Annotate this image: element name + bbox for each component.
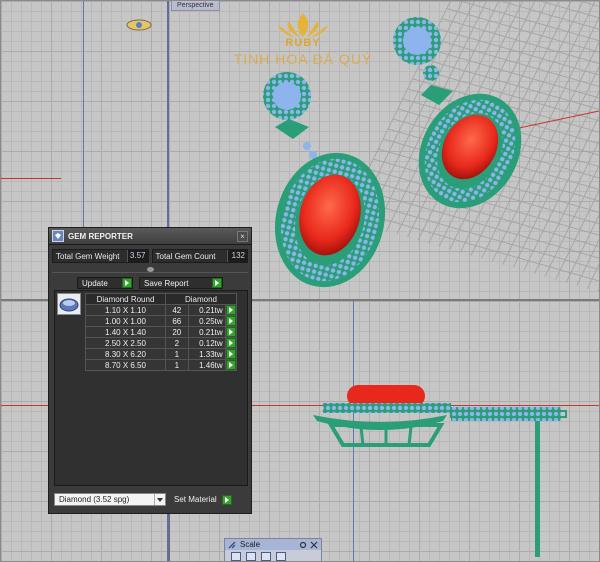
stone-weight: 1.33tw: [187, 348, 226, 360]
stone-size: 1.00 X 1.00: [85, 315, 166, 327]
row-select[interactable]: [224, 326, 238, 338]
scale-uniform-tool-icon[interactable]: [231, 552, 241, 561]
viewport-gizmo-icon: [126, 19, 152, 31]
stone-size: 8.70 X 6.50: [85, 359, 166, 371]
gem-table-area: Diamond Round Diamond 1.10 X 1.10 42 0.2…: [54, 290, 248, 486]
table-row[interactable]: 2.50 X 2.50 2 0.12tw: [85, 337, 238, 349]
scale-title: Scale: [240, 540, 261, 549]
play-icon: [122, 278, 132, 288]
splitter-handle-icon: [146, 266, 154, 272]
stone-size: 1.10 X 1.10: [85, 304, 166, 316]
diamond-stone-icon[interactable]: [57, 293, 81, 315]
stone-size: 1.40 X 1.40: [85, 326, 166, 338]
total-gem-count-label: Total Gem Count: [155, 251, 216, 261]
stone-weight: 1.46tw: [187, 359, 226, 371]
table-row[interactable]: 8.70 X 6.50 1 1.46tw: [85, 359, 238, 371]
ruby-logo: RUBY TINH HOA ĐÁ QUÝ: [223, 11, 383, 67]
update-button[interactable]: Update: [77, 277, 133, 289]
x-axis-line: [1, 178, 61, 179]
scale-x-tool-icon[interactable]: [246, 552, 256, 561]
scale-y-tool-icon[interactable]: [261, 552, 271, 561]
total-gem-count-value: 132: [227, 250, 247, 262]
row-select[interactable]: [224, 359, 238, 371]
column-header-stone: Diamond Round: [85, 293, 166, 305]
gear-icon[interactable]: [299, 541, 307, 549]
play-icon: [221, 494, 232, 505]
jewelry-cad-window: Perspective RUBY TINH HOA ĐÁ QUÝ GEM REP…: [0, 0, 600, 562]
gem-summary: Total Gem Weight 3.57 Total Gem Count 13…: [52, 249, 248, 263]
save-report-button-label: Save Report: [144, 278, 189, 288]
table-row[interactable]: 1.00 X 1.00 66 0.25tw: [85, 315, 238, 327]
material-dropdown-value: Diamond (3.52 spg): [59, 495, 130, 504]
stone-count: 1: [165, 348, 189, 360]
scale-z-tool-icon[interactable]: [276, 552, 286, 561]
stone-weight: 0.12tw: [187, 337, 226, 349]
dropdown-arrow-icon: [154, 494, 165, 505]
stone-size: 8.30 X 6.20: [85, 348, 166, 360]
table-row[interactable]: 8.30 X 6.20 1 1.33tw: [85, 348, 238, 360]
scale-titlebar[interactable]: Scale: [225, 539, 321, 550]
stone-count: 2: [165, 337, 189, 349]
stone-weight: 0.21tw: [187, 326, 226, 338]
crown-icon: [278, 13, 328, 38]
gem-reporter-titlebar[interactable]: GEM REPORTER ×: [49, 228, 251, 245]
row-select[interactable]: [224, 348, 238, 360]
logo-name: RUBY: [285, 37, 321, 49]
update-button-label: Update: [82, 278, 108, 288]
column-header-material: Diamond: [165, 293, 237, 305]
gem-actions: Update Save Report: [77, 277, 247, 289]
play-icon: [225, 338, 236, 348]
row-select[interactable]: [224, 304, 238, 316]
gem-reporter-title: GEM REPORTER: [68, 231, 133, 241]
play-icon: [225, 327, 236, 337]
gem-table: Diamond Round Diamond 1.10 X 1.10 42 0.2…: [85, 293, 238, 371]
gem-reporter-footer: Diamond (3.52 spg) Set Material: [54, 493, 246, 506]
panel-splitter[interactable]: [52, 266, 248, 273]
total-gem-weight-label: Total Gem Weight: [56, 251, 120, 261]
play-icon: [225, 360, 236, 370]
row-select[interactable]: [224, 337, 238, 349]
play-icon: [225, 305, 236, 315]
play-icon: [212, 278, 222, 288]
gem-reporter-icon: [52, 230, 64, 242]
table-row[interactable]: 1.10 X 1.10 42 0.21tw: [85, 304, 238, 316]
row-select[interactable]: [224, 315, 238, 327]
material-dropdown[interactable]: Diamond (3.52 spg): [54, 493, 166, 506]
scale-panel: Scale: [224, 538, 322, 561]
stone-weight: 0.21tw: [187, 304, 226, 316]
total-gem-weight: Total Gem Weight 3.57: [52, 249, 149, 263]
table-row[interactable]: 1.40 X 1.40 20 0.21tw: [85, 326, 238, 338]
play-icon: [225, 316, 236, 326]
scale-toolbar: [225, 550, 321, 561]
save-report-button[interactable]: Save Report: [139, 277, 223, 289]
play-icon: [225, 349, 236, 359]
stone-count: 20: [165, 326, 189, 338]
stone-count: 66: [165, 315, 189, 327]
scale-icon: [228, 541, 236, 548]
stone-count: 1: [165, 359, 189, 371]
gem-reporter-panel: GEM REPORTER × Total Gem Weight 3.57 Tot…: [48, 227, 252, 514]
total-gem-weight-value: 3.57: [126, 250, 148, 262]
set-material-button[interactable]: Set Material: [174, 494, 232, 505]
logo-tagline: TINH HOA ĐÁ QUÝ: [233, 51, 373, 67]
close-icon[interactable]: [310, 541, 318, 549]
set-material-label: Set Material: [174, 495, 217, 504]
stone-weight: 0.25tw: [187, 315, 226, 327]
earring-front-model[interactable]: [301, 381, 571, 561]
total-gem-count: Total Gem Count 132: [151, 249, 248, 263]
stone-size: 2.50 X 2.50: [85, 337, 166, 349]
close-icon[interactable]: ×: [237, 230, 248, 242]
stone-count: 42: [165, 304, 189, 316]
